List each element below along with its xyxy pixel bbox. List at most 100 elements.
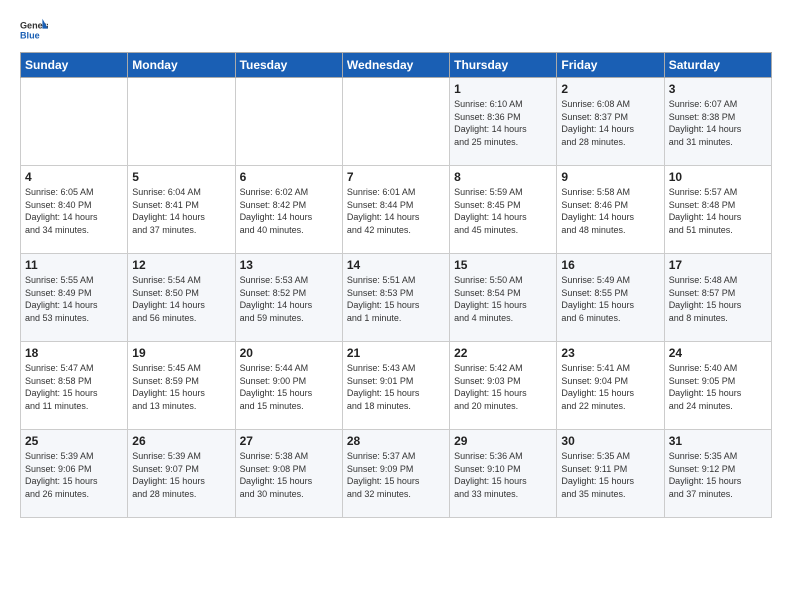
day-number: 2 <box>561 82 659 96</box>
day-info: Sunrise: 5:39 AM Sunset: 9:07 PM Dayligh… <box>132 450 230 500</box>
day-number: 19 <box>132 346 230 360</box>
calendar-cell: 25 Sunrise: 5:39 AM Sunset: 9:06 PM Dayli… <box>21 430 128 518</box>
day-number: 9 <box>561 170 659 184</box>
day-info: Sunrise: 5:36 AM Sunset: 9:10 PM Dayligh… <box>454 450 552 500</box>
day-header-sunday: Sunday <box>21 53 128 78</box>
calendar-cell: 12 Sunrise: 5:54 AM Sunset: 8:50 PM Dayli… <box>128 254 235 342</box>
calendar-table: SundayMondayTuesdayWednesdayThursdayFrid… <box>20 52 772 518</box>
day-info: Sunrise: 5:42 AM Sunset: 9:03 PM Dayligh… <box>454 362 552 412</box>
day-number: 27 <box>240 434 338 448</box>
day-info: Sunrise: 5:39 AM Sunset: 9:06 PM Dayligh… <box>25 450 123 500</box>
day-info: Sunrise: 5:51 AM Sunset: 8:53 PM Dayligh… <box>347 274 445 324</box>
calendar-cell: 18 Sunrise: 5:47 AM Sunset: 8:58 PM Dayli… <box>21 342 128 430</box>
day-number: 1 <box>454 82 552 96</box>
calendar-cell: 11 Sunrise: 5:55 AM Sunset: 8:49 PM Dayli… <box>21 254 128 342</box>
day-header-monday: Monday <box>128 53 235 78</box>
day-number: 25 <box>25 434 123 448</box>
calendar-cell: 26 Sunrise: 5:39 AM Sunset: 9:07 PM Dayli… <box>128 430 235 518</box>
calendar-cell: 20 Sunrise: 5:44 AM Sunset: 9:00 PM Dayli… <box>235 342 342 430</box>
day-number: 21 <box>347 346 445 360</box>
day-number: 11 <box>25 258 123 272</box>
day-number: 17 <box>669 258 767 272</box>
calendar-cell <box>235 78 342 166</box>
calendar-cell: 28Sunrise: 5:37 AM Sunset: 9:09 PM Dayli… <box>342 430 449 518</box>
day-number: 4 <box>25 170 123 184</box>
calendar-cell: 19 Sunrise: 5:45 AM Sunset: 8:59 PM Dayli… <box>128 342 235 430</box>
week-row-3: 11 Sunrise: 5:55 AM Sunset: 8:49 PM Dayli… <box>21 254 772 342</box>
day-info: Sunrise: 5:40 AM Sunset: 9:05 PM Dayligh… <box>669 362 767 412</box>
day-info: Sunrise: 5:38 AM Sunset: 9:08 PM Dayligh… <box>240 450 338 500</box>
day-number: 23 <box>561 346 659 360</box>
calendar-cell: 8Sunrise: 5:59 AM Sunset: 8:45 PM Daylig… <box>450 166 557 254</box>
calendar-cell: 22 Sunrise: 5:42 AM Sunset: 9:03 PM Dayli… <box>450 342 557 430</box>
day-header-thursday: Thursday <box>450 53 557 78</box>
calendar-cell: 6Sunrise: 6:02 AM Sunset: 8:42 PM Daylig… <box>235 166 342 254</box>
calendar-cell <box>21 78 128 166</box>
calendar-cell: 10Sunrise: 5:57 AM Sunset: 8:48 PM Dayli… <box>664 166 771 254</box>
day-info: Sunrise: 5:54 AM Sunset: 8:50 PM Dayligh… <box>132 274 230 324</box>
calendar-cell: 31 Sunrise: 5:35 AM Sunset: 9:12 PM Dayli… <box>664 430 771 518</box>
day-info: Sunrise: 5:47 AM Sunset: 8:58 PM Dayligh… <box>25 362 123 412</box>
day-info: Sunrise: 5:50 AM Sunset: 8:54 PM Dayligh… <box>454 274 552 324</box>
calendar-cell: 4 Sunrise: 6:05 AM Sunset: 8:40 PM Daylig… <box>21 166 128 254</box>
day-header-saturday: Saturday <box>664 53 771 78</box>
day-number: 18 <box>25 346 123 360</box>
day-number: 31 <box>669 434 767 448</box>
calendar-cell: 21 Sunrise: 5:43 AM Sunset: 9:01 PM Dayli… <box>342 342 449 430</box>
day-info: Sunrise: 5:55 AM Sunset: 8:49 PM Dayligh… <box>25 274 123 324</box>
calendar-cell: 29 Sunrise: 5:36 AM Sunset: 9:10 PM Dayli… <box>450 430 557 518</box>
day-number: 14 <box>347 258 445 272</box>
svg-text:Blue: Blue <box>20 30 40 40</box>
calendar-cell <box>128 78 235 166</box>
day-number: 26 <box>132 434 230 448</box>
day-info: Sunrise: 6:07 AM Sunset: 8:38 PM Dayligh… <box>669 98 767 148</box>
day-info: Sunrise: 6:01 AM Sunset: 8:44 PM Dayligh… <box>347 186 445 236</box>
day-number: 20 <box>240 346 338 360</box>
day-number: 16 <box>561 258 659 272</box>
calendar-cell: 7 Sunrise: 6:01 AM Sunset: 8:44 PM Daylig… <box>342 166 449 254</box>
day-number: 30 <box>561 434 659 448</box>
day-number: 15 <box>454 258 552 272</box>
day-info: Sunrise: 5:41 AM Sunset: 9:04 PM Dayligh… <box>561 362 659 412</box>
day-info: Sunrise: 6:05 AM Sunset: 8:40 PM Dayligh… <box>25 186 123 236</box>
day-number: 10 <box>669 170 767 184</box>
day-number: 5 <box>132 170 230 184</box>
days-header-row: SundayMondayTuesdayWednesdayThursdayFrid… <box>21 53 772 78</box>
week-row-2: 4 Sunrise: 6:05 AM Sunset: 8:40 PM Daylig… <box>21 166 772 254</box>
day-info: Sunrise: 5:44 AM Sunset: 9:00 PM Dayligh… <box>240 362 338 412</box>
day-number: 7 <box>347 170 445 184</box>
day-info: Sunrise: 5:35 AM Sunset: 9:11 PM Dayligh… <box>561 450 659 500</box>
day-info: Sunrise: 5:43 AM Sunset: 9:01 PM Dayligh… <box>347 362 445 412</box>
calendar-cell: 9Sunrise: 5:58 AM Sunset: 8:46 PM Daylig… <box>557 166 664 254</box>
day-number: 12 <box>132 258 230 272</box>
day-info: Sunrise: 6:04 AM Sunset: 8:41 PM Dayligh… <box>132 186 230 236</box>
day-number: 28 <box>347 434 445 448</box>
day-header-friday: Friday <box>557 53 664 78</box>
day-info: Sunrise: 6:02 AM Sunset: 8:42 PM Dayligh… <box>240 186 338 236</box>
day-header-wednesday: Wednesday <box>342 53 449 78</box>
calendar-cell: 1Sunrise: 6:10 AM Sunset: 8:36 PM Daylig… <box>450 78 557 166</box>
day-info: Sunrise: 5:53 AM Sunset: 8:52 PM Dayligh… <box>240 274 338 324</box>
logo-icon: General Blue <box>20 16 48 44</box>
calendar-cell: 16 Sunrise: 5:49 AM Sunset: 8:55 PM Dayli… <box>557 254 664 342</box>
day-info: Sunrise: 5:59 AM Sunset: 8:45 PM Dayligh… <box>454 186 552 236</box>
header-area: General Blue <box>20 16 772 44</box>
calendar-cell: 17Sunrise: 5:48 AM Sunset: 8:57 PM Dayli… <box>664 254 771 342</box>
day-number: 24 <box>669 346 767 360</box>
calendar-cell: 3 Sunrise: 6:07 AM Sunset: 8:38 PM Daylig… <box>664 78 771 166</box>
day-info: Sunrise: 5:49 AM Sunset: 8:55 PM Dayligh… <box>561 274 659 324</box>
day-info: Sunrise: 6:08 AM Sunset: 8:37 PM Dayligh… <box>561 98 659 148</box>
day-number: 3 <box>669 82 767 96</box>
calendar-cell: 23 Sunrise: 5:41 AM Sunset: 9:04 PM Dayli… <box>557 342 664 430</box>
day-number: 13 <box>240 258 338 272</box>
calendar-cell: 24 Sunrise: 5:40 AM Sunset: 9:05 PM Dayli… <box>664 342 771 430</box>
calendar-cell: 27 Sunrise: 5:38 AM Sunset: 9:08 PM Dayli… <box>235 430 342 518</box>
day-info: Sunrise: 5:45 AM Sunset: 8:59 PM Dayligh… <box>132 362 230 412</box>
calendar-cell: 2 Sunrise: 6:08 AM Sunset: 8:37 PM Daylig… <box>557 78 664 166</box>
calendar-cell: 30 Sunrise: 5:35 AM Sunset: 9:11 PM Dayli… <box>557 430 664 518</box>
day-number: 22 <box>454 346 552 360</box>
calendar-cell: 14 Sunrise: 5:51 AM Sunset: 8:53 PM Dayli… <box>342 254 449 342</box>
day-number: 29 <box>454 434 552 448</box>
day-info: Sunrise: 5:35 AM Sunset: 9:12 PM Dayligh… <box>669 450 767 500</box>
week-row-1: 1Sunrise: 6:10 AM Sunset: 8:36 PM Daylig… <box>21 78 772 166</box>
